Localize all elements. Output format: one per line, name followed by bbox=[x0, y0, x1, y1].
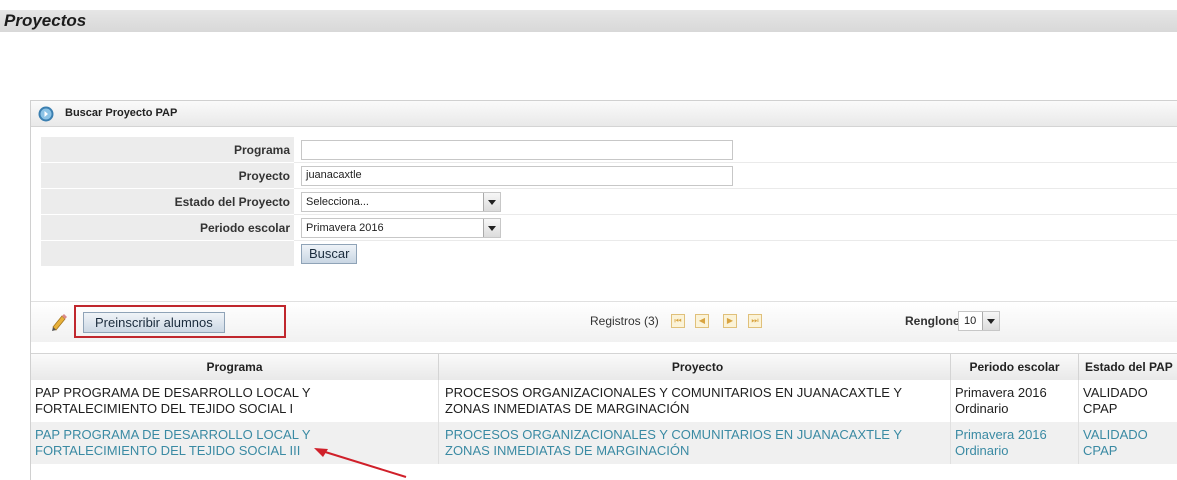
periodo-cell: Primavera 2016 bbox=[294, 215, 1177, 241]
periodo-select-value: Primavera 2016 bbox=[306, 222, 384, 234]
form-row-periodo: Periodo escolar Primavera 2016 bbox=[41, 215, 1177, 241]
table-row[interactable]: PAP PROGRAMA DE DESARROLLO LOCAL Y FORTA… bbox=[31, 422, 1177, 464]
page-title: Proyectos bbox=[4, 11, 87, 30]
last-page-icon[interactable]: ⏭ bbox=[748, 314, 762, 328]
prev-page-icon[interactable]: ◀ bbox=[695, 314, 709, 328]
next-page-icon[interactable]: ▶ bbox=[723, 314, 737, 328]
programa-cell bbox=[294, 137, 1177, 163]
cell-proyecto: PROCESOS ORGANIZACIONALES Y COMUNITARIOS… bbox=[439, 380, 951, 422]
estado-select-value: Selecciona... bbox=[306, 196, 369, 208]
cell-periodo: Primavera 2016 Ordinario bbox=[951, 380, 1079, 422]
grid-toolbar: Preinscribir alumnos Registros (3) ⏮ ◀ ▶… bbox=[31, 301, 1177, 342]
panel-title: Buscar Proyecto PAP bbox=[65, 107, 178, 119]
proyecto-label: Proyecto bbox=[41, 163, 294, 189]
chevron-down-icon[interactable] bbox=[483, 193, 500, 211]
chevron-down-icon[interactable] bbox=[483, 219, 500, 237]
first-page-icon[interactable]: ⏮ bbox=[671, 314, 685, 328]
periodo-label: Periodo escolar bbox=[41, 215, 294, 241]
annotation-arrow bbox=[314, 448, 407, 478]
estado-label: Estado del Proyecto bbox=[41, 189, 294, 215]
cell-estado: VALIDADO CPAP bbox=[1079, 380, 1177, 422]
column-header-estado[interactable]: Estado del PAP bbox=[1079, 354, 1177, 380]
cell-programa: PAP PROGRAMA DE DESARROLLO LOCAL Y FORTA… bbox=[31, 380, 439, 422]
chevron-down-icon[interactable] bbox=[982, 312, 999, 330]
estado-select[interactable]: Selecciona... bbox=[301, 192, 501, 212]
panel-header: Buscar Proyecto PAP bbox=[31, 101, 1177, 127]
empty-label bbox=[41, 241, 294, 267]
buscar-button[interactable]: Buscar bbox=[301, 244, 358, 264]
table-row[interactable]: PAP PROGRAMA DE DESARROLLO LOCAL Y FORTA… bbox=[31, 380, 1177, 422]
buscar-cell: Buscar bbox=[294, 241, 1177, 267]
cell-periodo: Primavera 2016 Ordinario bbox=[951, 422, 1079, 464]
column-header-proyecto[interactable]: Proyecto bbox=[439, 354, 951, 380]
column-header-periodo[interactable]: Periodo escolar bbox=[951, 354, 1079, 380]
form-row-estado: Estado del Proyecto Selecciona... bbox=[41, 189, 1177, 215]
proyecto-input[interactable]: juanacaxtle bbox=[301, 166, 733, 186]
programa-input[interactable] bbox=[301, 140, 733, 160]
form-row-buscar: Buscar bbox=[41, 241, 1177, 267]
circle-arrow-icon[interactable] bbox=[38, 106, 54, 122]
search-panel: Buscar Proyecto PAP Programa Proyecto ju… bbox=[30, 100, 1177, 480]
cell-proyecto: PROCESOS ORGANIZACIONALES Y COMUNITARIOS… bbox=[439, 422, 951, 464]
page-title-bar: Proyectos bbox=[0, 10, 1177, 32]
highlight-annotation bbox=[74, 305, 286, 338]
records-count: Registros (3) bbox=[590, 314, 659, 328]
column-header-programa[interactable]: Programa bbox=[31, 354, 439, 380]
form-row-programa: Programa bbox=[41, 137, 1177, 163]
pencil-icon[interactable] bbox=[49, 312, 69, 332]
periodo-select[interactable]: Primavera 2016 bbox=[301, 218, 501, 238]
proyecto-cell: juanacaxtle bbox=[294, 163, 1177, 189]
form-row-proyecto: Proyecto juanacaxtle bbox=[41, 163, 1177, 189]
rows-per-page-select[interactable]: 10 bbox=[958, 311, 1000, 331]
programa-label: Programa bbox=[41, 137, 294, 163]
rows-per-page-value: 10 bbox=[964, 315, 977, 327]
cell-estado: VALIDADO CPAP bbox=[1079, 422, 1177, 464]
table-header: Programa Proyecto Periodo escolar Estado… bbox=[31, 353, 1177, 381]
estado-cell: Selecciona... bbox=[294, 189, 1177, 215]
